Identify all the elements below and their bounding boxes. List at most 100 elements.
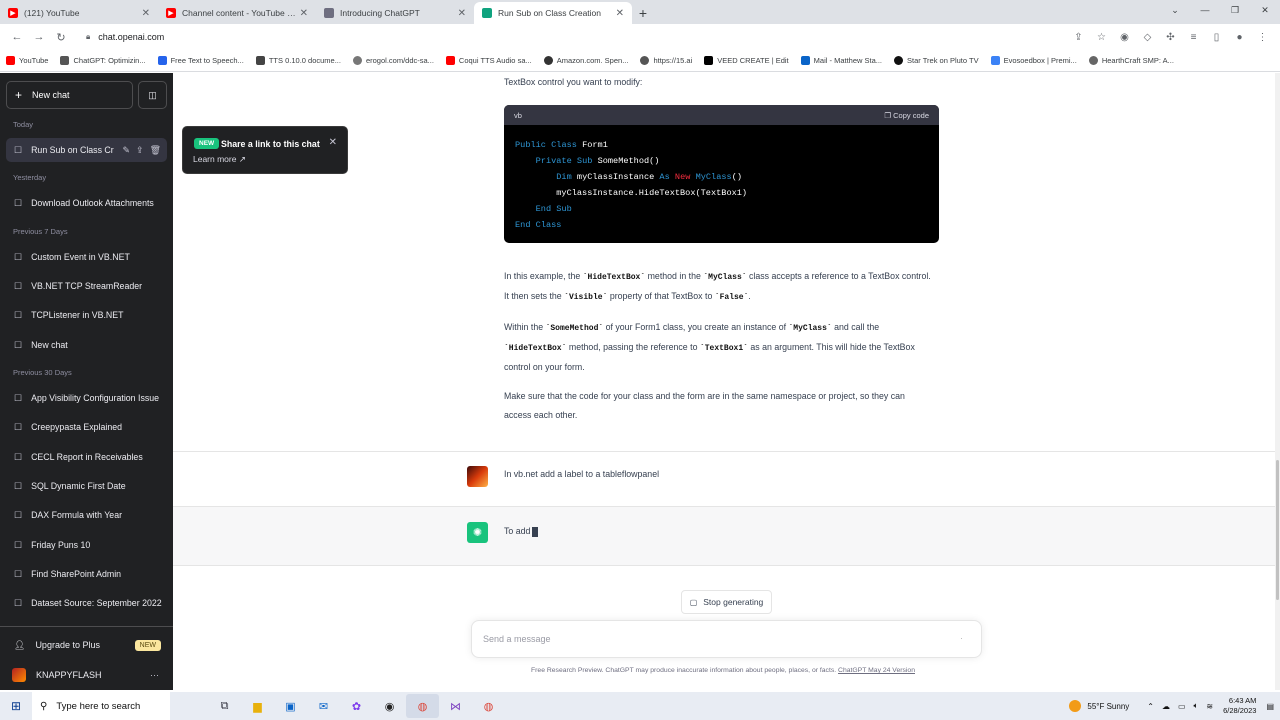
chat-item[interactable]: ☐ App Visibility Configuration Issue	[6, 386, 167, 410]
chatgpt-logo-icon: ✺	[467, 522, 488, 543]
close-icon[interactable]: ✕	[329, 137, 337, 148]
user-menu-button[interactable]: KNAPPYFLASH ···	[6, 662, 167, 688]
extension-icon[interactable]: ◉	[1113, 32, 1136, 43]
menu-icon[interactable]: ⋮	[1251, 32, 1274, 43]
share-icon[interactable]: ⇪	[136, 145, 144, 156]
tab-youtube-studio[interactable]: ▶ Channel content - YouTube Stu ✕	[158, 2, 316, 24]
minimize-icon[interactable]: —	[1190, 0, 1220, 20]
scrollbar-thumb[interactable]	[1276, 460, 1279, 600]
chat-item[interactable]: ☐ CECL Report in Receivables	[6, 445, 167, 469]
disclaimer-text: Free Research Preview. ChatGPT may produ…	[531, 667, 837, 674]
tab-introducing-chatgpt[interactable]: Introducing ChatGPT ✕	[316, 2, 474, 24]
restore-icon[interactable]: ❐	[1220, 0, 1250, 20]
bookmark-label: Mail - Matthew Sta...	[813, 56, 883, 65]
chat-item[interactable]: ☐ Find SharePoint Admin	[6, 562, 167, 586]
new-chat-button[interactable]: + New chat	[6, 81, 133, 109]
close-icon[interactable]: ✕	[142, 8, 150, 19]
url-field[interactable]: 🔒︎ chat.openai.com	[78, 27, 1061, 47]
tab-youtube[interactable]: ▶ (121) YouTube ✕	[0, 2, 158, 24]
chat-item[interactable]: ☐ Creepypasta Explained	[6, 415, 167, 439]
message-input[interactable]: Send a message ·	[471, 620, 982, 658]
bookmark-item[interactable]: YouTube	[6, 56, 48, 65]
share-icon[interactable]: ⇪	[1067, 32, 1090, 43]
tab-search-icon[interactable]: ⌄	[1160, 0, 1190, 20]
store-icon[interactable]: ▣	[274, 694, 307, 718]
copy-code-button[interactable]: ❐ Copy code	[884, 111, 929, 120]
bookmark-item[interactable]: Amazon.com. Spen...	[543, 56, 628, 65]
code-body: Public Class Form1 Private Sub SomeMetho…	[515, 140, 748, 230]
chrome-icon[interactable]: ◍	[406, 694, 439, 718]
chat-bubble-icon: ☐	[14, 421, 23, 432]
side-panel-icon[interactable]: ▯	[1205, 32, 1228, 43]
learn-more-link[interactable]: Learn more ↗	[193, 154, 246, 165]
bookmark-item[interactable]: Evosoedbox | Premi...	[990, 56, 1077, 65]
clock[interactable]: 6:43 AM 6/28/2023	[1223, 696, 1256, 716]
version-link[interactable]: ChatGPT May 24 Version	[838, 667, 915, 674]
chat-item[interactable]: ☐ TCPListener in VB.NET	[6, 303, 167, 327]
chat-item-run-sub[interactable]: ☐ Run Sub on Class Cr ✎ ⇪ 🗑︎	[6, 138, 167, 162]
chat-item[interactable]: ☐ Friday Puns 10	[6, 533, 167, 557]
printer-icon[interactable]: ▭	[1178, 702, 1186, 711]
close-icon[interactable]: ✕	[300, 8, 308, 19]
sidebar-toggle-button[interactable]: ◫	[138, 81, 167, 109]
bookmark-star-icon[interactable]: ☆	[1090, 32, 1113, 43]
browser-tab-strip: ▶ (121) YouTube ✕ ▶ Channel content - Yo…	[0, 0, 1280, 24]
send-icon[interactable]: ·	[960, 633, 963, 643]
bookmark-label: Star Trek on Pluto TV	[907, 56, 979, 65]
bookmark-item[interactable]: ChatGPT: Optimizin...	[60, 56, 146, 65]
edit-icon[interactable]: ✎	[122, 145, 130, 156]
chevron-up-icon[interactable]: ⌃	[1147, 702, 1154, 711]
windows-start-icon[interactable]: ⊞	[0, 699, 32, 713]
close-window-icon[interactable]: ✕	[1250, 0, 1280, 20]
visual-studio-icon[interactable]: ⋈	[439, 694, 472, 718]
weather-widget[interactable]: 55°F Sunny	[1069, 700, 1129, 712]
extension-icon[interactable]: ◇	[1136, 32, 1159, 43]
system-tray: 55°F Sunny ⌃ ☁ ▭ 🔈︎ ≋ 6:43 AM 6/28/2023 …	[1069, 692, 1274, 720]
trash-icon[interactable]: 🗑︎	[150, 145, 161, 156]
network-icon[interactable]: ☁	[1162, 702, 1170, 711]
puzzle-icon[interactable]: ✣	[1159, 32, 1182, 43]
typing-cursor	[532, 526, 539, 537]
mail-icon[interactable]: ✉	[307, 694, 340, 718]
back-icon[interactable]: ←	[6, 31, 28, 43]
new-tab-button[interactable]: +	[632, 2, 654, 24]
chrome-icon[interactable]: ◍	[472, 694, 505, 718]
upgrade-to-plus-button[interactable]: 👤︎ Upgrade to Plus NEW	[6, 632, 167, 658]
chat-item[interactable]: ☐ New chat	[6, 333, 167, 357]
close-icon[interactable]: ✕	[458, 8, 466, 19]
wifi-icon[interactable]: ≋	[1206, 702, 1213, 711]
bookmark-item[interactable]: Star Trek on Pluto TV	[894, 56, 979, 65]
globe-icon	[640, 56, 650, 65]
chat-item[interactable]: ☐ Dataset Source: September 2022	[6, 591, 167, 615]
bookmark-item[interactable]: Coqui TTS Audio sa...	[445, 56, 532, 65]
obs-icon[interactable]: ◉	[373, 694, 406, 718]
tab-run-sub[interactable]: Run Sub on Class Creation ✕	[474, 2, 632, 24]
file-explorer-icon[interactable]: ▆	[241, 694, 274, 718]
app-icon[interactable]: ✿	[340, 694, 373, 718]
chat-item[interactable]: ☐ Custom Event in VB.NET	[6, 245, 167, 269]
task-view-icon[interactable]: ⧉	[208, 694, 241, 718]
chat-item[interactable]: ☐ DAX Formula with Year	[6, 503, 167, 527]
chat-item[interactable]: ☐ SQL Dynamic First Date	[6, 474, 167, 498]
chat-bubble-icon: ☐	[14, 197, 23, 208]
chat-item-label: VB.NET TCP StreamReader	[31, 281, 143, 291]
close-icon[interactable]: ✕	[616, 8, 624, 19]
profile-avatar-icon[interactable]: ●	[1228, 32, 1251, 43]
volume-icon[interactable]: 🔈︎	[1194, 701, 1199, 711]
stop-generating-button[interactable]: ▢ Stop generating	[681, 590, 772, 614]
bookmark-item[interactable]: Free Text to Speech...	[157, 56, 244, 65]
bookmark-item[interactable]: HearthCraft SMP: A...	[1088, 56, 1174, 65]
bookmark-item[interactable]: TTS 0.10.0 docume...	[255, 56, 341, 65]
chat-item[interactable]: ☐ Download Outlook Attachments	[6, 191, 167, 215]
stop-icon: ▢	[689, 597, 698, 607]
taskbar-search[interactable]: ⚲ Type here to search	[32, 692, 170, 720]
bookmark-item[interactable]: Mail - Matthew Sta...	[800, 56, 883, 65]
notifications-icon[interactable]: ▤	[1266, 702, 1274, 711]
bookmark-item[interactable]: VEED CREATE | Edit	[704, 56, 789, 65]
bookmark-item[interactable]: erogol.com/ddc-sa...	[352, 56, 434, 65]
bookmark-item[interactable]: https://15.ai	[640, 56, 692, 65]
reload-icon[interactable]: ↻	[50, 31, 72, 44]
reading-list-icon[interactable]: ≡	[1182, 32, 1205, 43]
forward-icon[interactable]: →	[28, 31, 50, 43]
chat-item[interactable]: ☐ VB.NET TCP StreamReader	[6, 274, 167, 298]
